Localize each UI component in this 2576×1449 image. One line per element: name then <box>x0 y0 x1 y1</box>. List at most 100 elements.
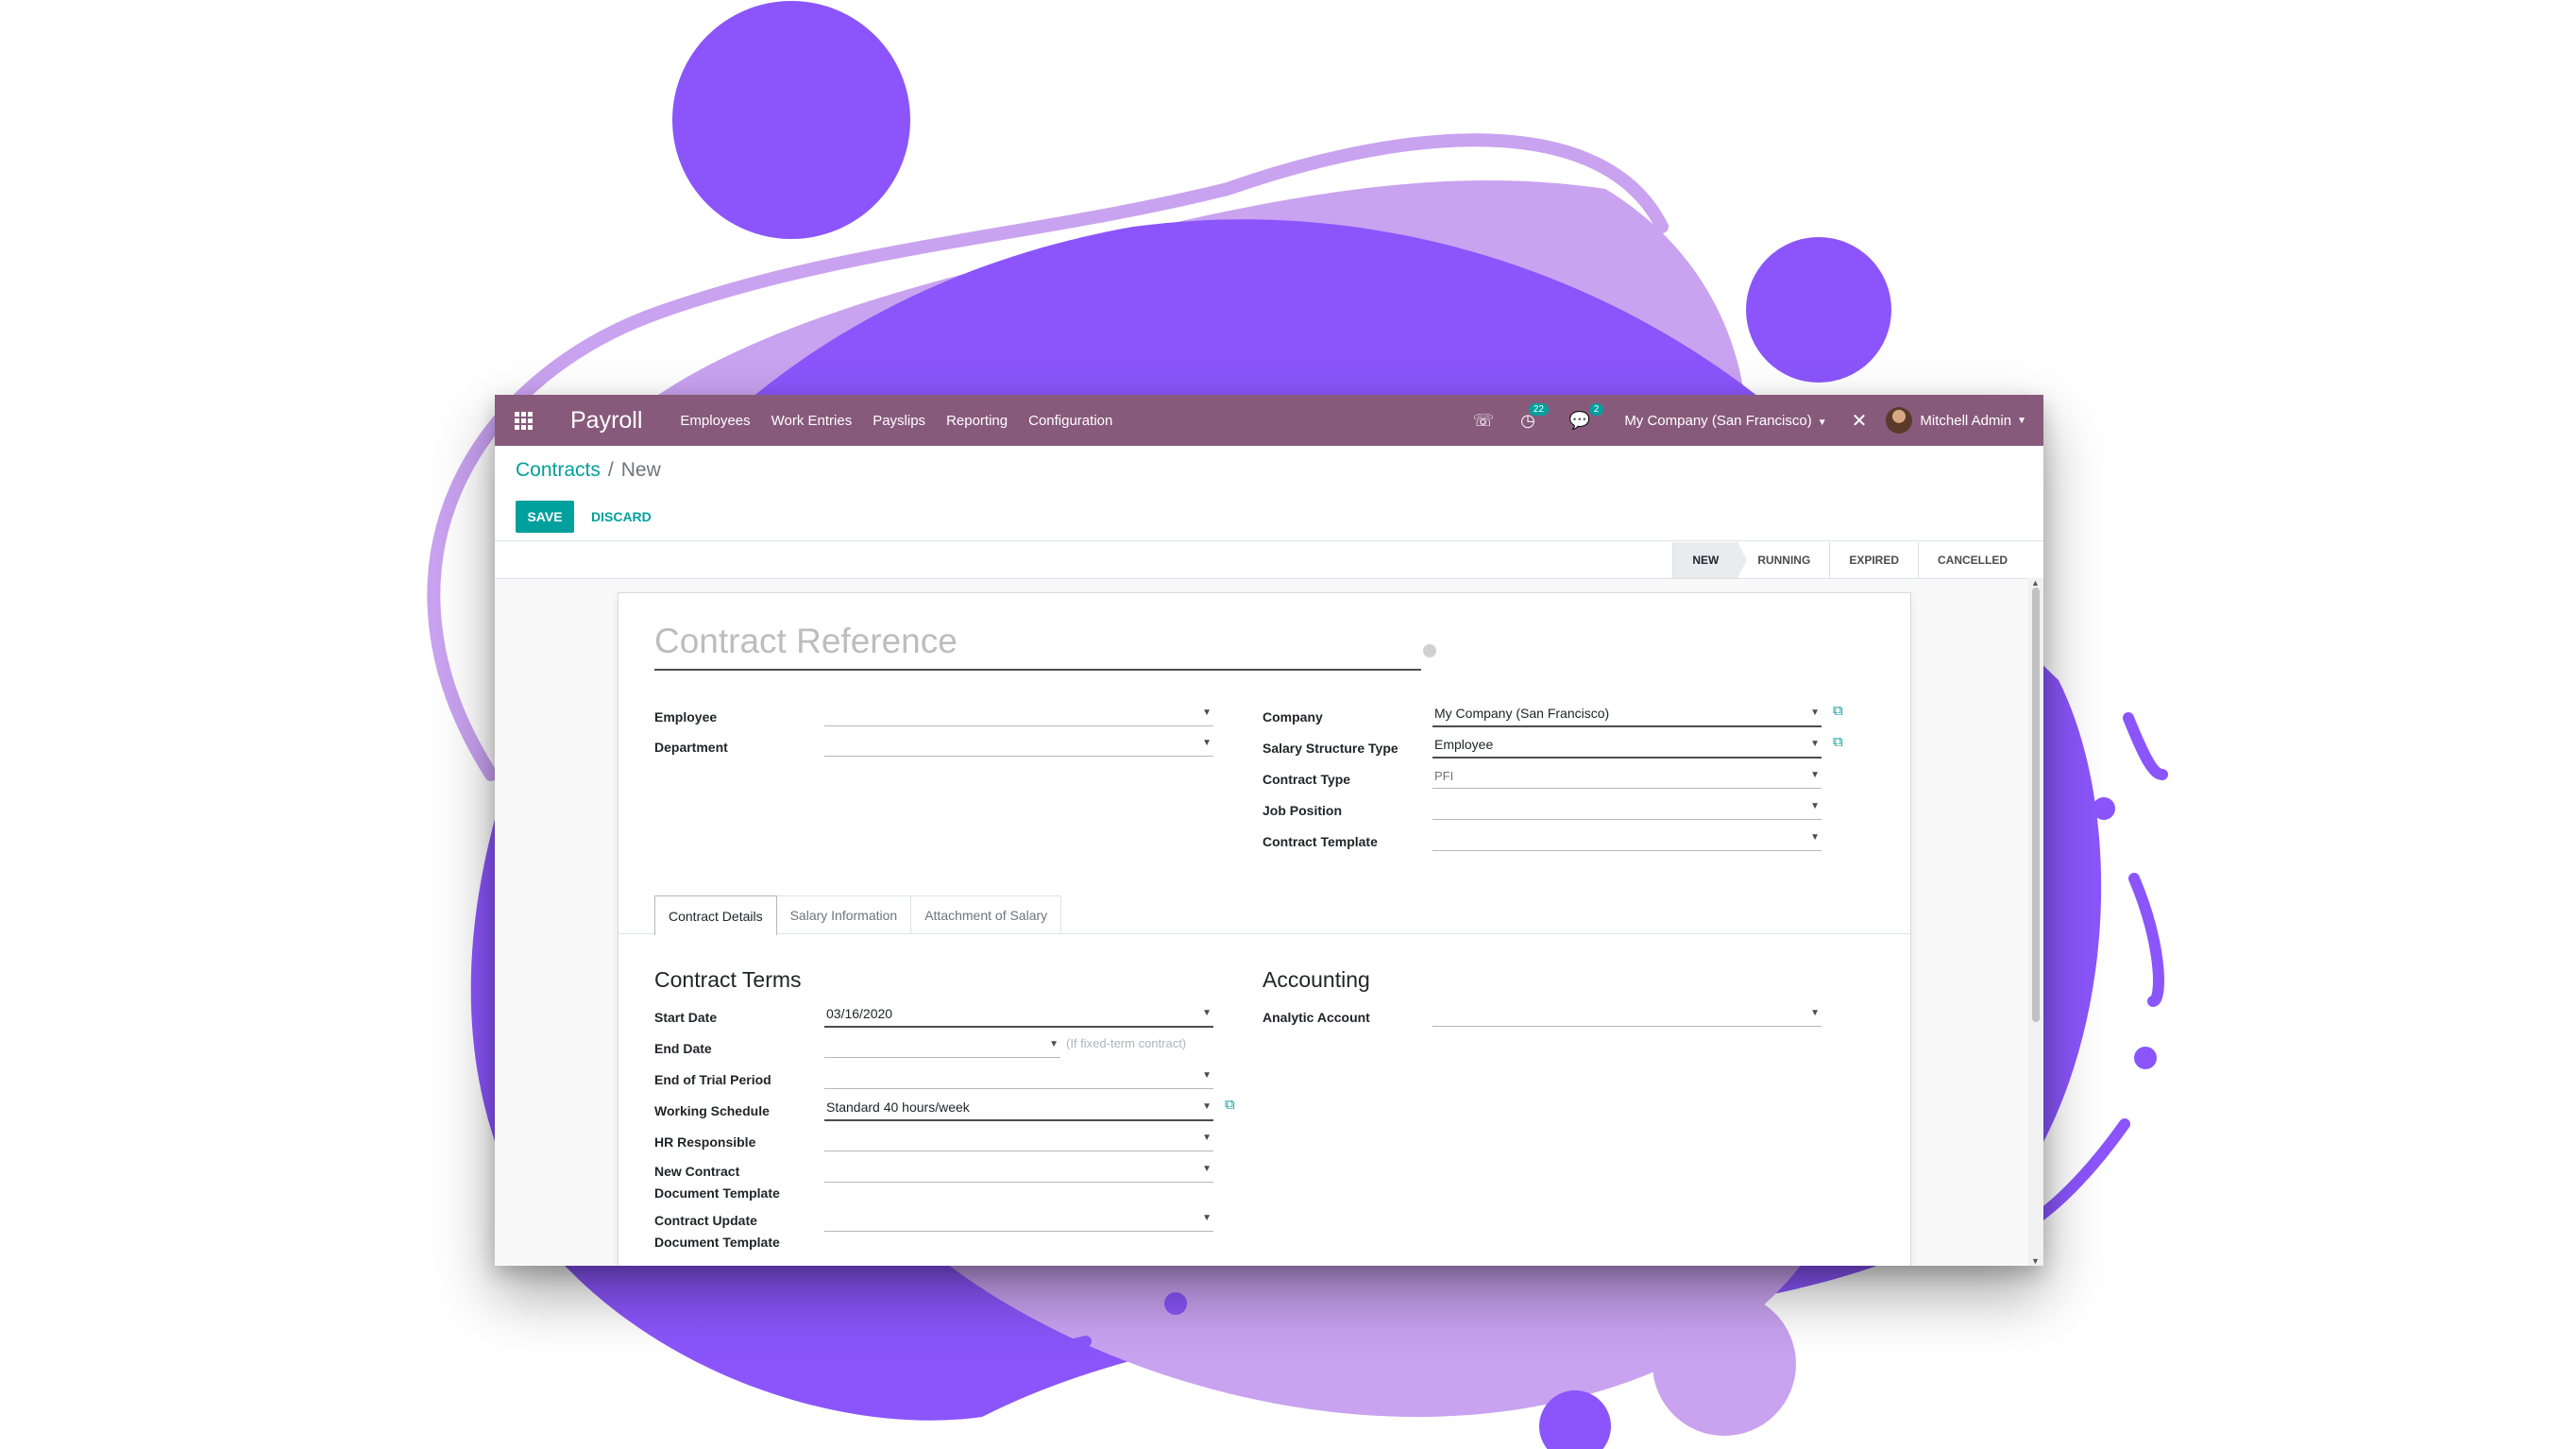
department-field[interactable]: ▼ <box>824 731 1213 757</box>
tab-salary-information[interactable]: Salary Information <box>775 895 912 934</box>
contract-update-template-value <box>824 1211 826 1226</box>
messages-counter: 2 <box>1588 402 1604 416</box>
company-field[interactable]: My Company (San Francisco) ▼ <box>1432 701 1822 727</box>
caret-down-icon: ▼ <box>1810 1008 1820 1018</box>
caret-down-icon: ▼ <box>1810 801 1820 811</box>
grid-icon <box>514 411 533 430</box>
trial-period-value <box>824 1068 826 1083</box>
app-name[interactable]: Payroll <box>570 407 642 435</box>
hr-responsible-field[interactable]: ▼ <box>824 1126 1213 1151</box>
caret-down-icon: ▼ <box>1202 1008 1212 1018</box>
contract-terms-title: Contract Terms <box>654 967 802 992</box>
caret-down-icon: ▼ <box>1202 1133 1212 1143</box>
contract-template-label: Contract Template <box>1263 834 1378 849</box>
close-icon[interactable]: ✕ <box>1852 409 1868 433</box>
caret-down-icon: ▼ <box>1202 1164 1212 1174</box>
salary-structure-field[interactable]: Employee ▼ <box>1432 732 1822 759</box>
caret-down-icon: ▼ <box>1049 1039 1059 1049</box>
trial-period-label: End of Trial Period <box>654 1072 771 1087</box>
contract-reference-input[interactable]: Contract Reference <box>654 622 1421 671</box>
app-window: Payroll Employees Work Entries Payslips … <box>495 395 2043 1266</box>
new-contract-label-line-2: Document Template <box>654 1185 780 1201</box>
circle-large-top <box>672 1 910 239</box>
employee-field[interactable]: ▼ <box>824 701 1213 726</box>
trial-period-field[interactable]: ▼ <box>824 1064 1213 1089</box>
status-steps: NEW RUNNING EXPIRED CANCELLED <box>1672 542 2026 578</box>
menu-payslips[interactable]: Payslips <box>873 413 925 429</box>
caret-down-icon: ▼ <box>1810 707 1820 718</box>
contract-template-field[interactable]: ▼ <box>1432 826 1822 851</box>
messages-button[interactable]: 💬 2 <box>1569 402 1604 431</box>
caret-down-icon: ▼ <box>1202 707 1212 718</box>
control-panel: Contracts / New SAVE DISCARD <box>495 446 2043 541</box>
caret-down-icon: ▼ <box>1202 1213 1212 1223</box>
breadcrumb-current: New <box>620 459 661 481</box>
end-date-value <box>824 1037 826 1052</box>
contract-type-field[interactable]: PFI ▼ <box>1432 763 1822 789</box>
department-label: Department <box>654 740 728 755</box>
form-sheet: Contract Reference Employee ▼ Department… <box>618 592 1911 1266</box>
chevron-down-icon: ▼ <box>2017 415 2026 426</box>
breadcrumb-contracts[interactable]: Contracts <box>516 459 601 481</box>
external-link-icon[interactable]: ⧉ <box>1833 703 1843 719</box>
menu-reporting[interactable]: Reporting <box>946 413 1008 429</box>
scroll-down-icon[interactable]: ▼ <box>2031 1256 2040 1266</box>
menu-work-entries[interactable]: Work Entries <box>771 413 853 429</box>
activity-counter: 22 <box>1528 402 1549 416</box>
start-date-label: Start Date <box>654 1010 718 1025</box>
end-date-hint: (If fixed-term contract) <box>1066 1036 1187 1050</box>
status-expired[interactable]: EXPIRED <box>1829 542 1918 578</box>
external-link-icon[interactable]: ⧉ <box>1833 734 1843 750</box>
working-schedule-value: Standard 40 hours/week <box>826 1100 970 1115</box>
status-cancelled[interactable]: CANCELLED <box>1918 542 2026 578</box>
caret-down-icon: ▼ <box>1810 739 1820 749</box>
scroll-thumb[interactable] <box>2032 588 2040 1022</box>
status-bar: NEW RUNNING EXPIRED CANCELLED <box>495 542 2043 579</box>
end-date-field[interactable]: ▼ <box>824 1032 1060 1058</box>
company-value: My Company (San Francisco) <box>1434 706 1610 721</box>
top-navbar: Payroll Employees Work Entries Payslips … <box>495 395 2043 446</box>
working-schedule-field[interactable]: Standard 40 hours/week ▼ <box>824 1095 1213 1121</box>
caret-down-icon: ▼ <box>1202 1101 1212 1112</box>
activity-button[interactable]: ◷ 22 <box>1520 402 1549 431</box>
company-switcher[interactable]: My Company (San Francisco) ▼ <box>1624 413 1826 429</box>
contract-update-template-field[interactable]: ▼ <box>824 1206 1213 1232</box>
contract-template-value <box>1432 830 1434 845</box>
curve-line-right <box>2128 873 2164 1007</box>
caret-down-icon: ▼ <box>1810 770 1820 780</box>
menu-configuration[interactable]: Configuration <box>1028 413 1112 429</box>
salary-structure-label: Salary Structure Type <box>1263 741 1398 756</box>
caret-down-icon: ▼ <box>1810 832 1820 843</box>
vertical-scrollbar[interactable]: ▲ ▼ <box>2028 578 2043 1266</box>
company-label: Company <box>1263 709 1323 724</box>
external-link-icon[interactable]: ⧉ <box>1225 1097 1235 1113</box>
user-menu[interactable]: Mitchell Admin ▼ <box>1886 407 2026 434</box>
working-schedule-label: Working Schedule <box>654 1103 770 1118</box>
circle-small-bottom <box>1164 1292 1187 1315</box>
discard-button[interactable]: DISCARD <box>591 501 652 533</box>
caret-down-icon: ▼ <box>1202 738 1212 748</box>
circle-light-bottom <box>1652 1292 1796 1436</box>
analytic-account-field[interactable]: ▼ <box>1432 1001 1822 1027</box>
tab-contract-details[interactable]: Contract Details <box>654 895 777 935</box>
end-date-label: End Date <box>654 1041 712 1056</box>
tab-attachment-of-salary[interactable]: Attachment of Salary <box>910 895 1062 934</box>
analytic-account-value <box>1432 1006 1434 1021</box>
save-button[interactable]: SAVE <box>516 501 574 533</box>
job-position-label: Job Position <box>1263 803 1342 818</box>
apps-menu-button[interactable] <box>495 395 551 446</box>
phone-icon[interactable]: ☏ <box>1473 411 1495 431</box>
job-position-field[interactable]: ▼ <box>1432 794 1822 820</box>
status-new[interactable]: NEW <box>1672 542 1748 578</box>
start-date-field[interactable]: 03/16/2020 ▼ <box>824 1001 1213 1028</box>
caret-down-icon: ▼ <box>1202 1070 1212 1081</box>
circle-small-right-1 <box>2093 797 2115 820</box>
salary-structure-value: Employee <box>1434 737 1494 752</box>
systray: ☏ ◷ 22 💬 2 My Company (San Francisco) ▼ ✕… <box>1460 402 2043 434</box>
analytic-account-label: Analytic Account <box>1263 1010 1370 1025</box>
new-contract-template-field[interactable]: ▼ <box>824 1157 1213 1183</box>
form-tabs: Contract Details Salary Information Atta… <box>654 895 1062 935</box>
status-running[interactable]: RUNNING <box>1737 542 1829 578</box>
menu-employees[interactable]: Employees <box>680 413 750 429</box>
scroll-up-icon[interactable]: ▲ <box>2031 578 2040 588</box>
